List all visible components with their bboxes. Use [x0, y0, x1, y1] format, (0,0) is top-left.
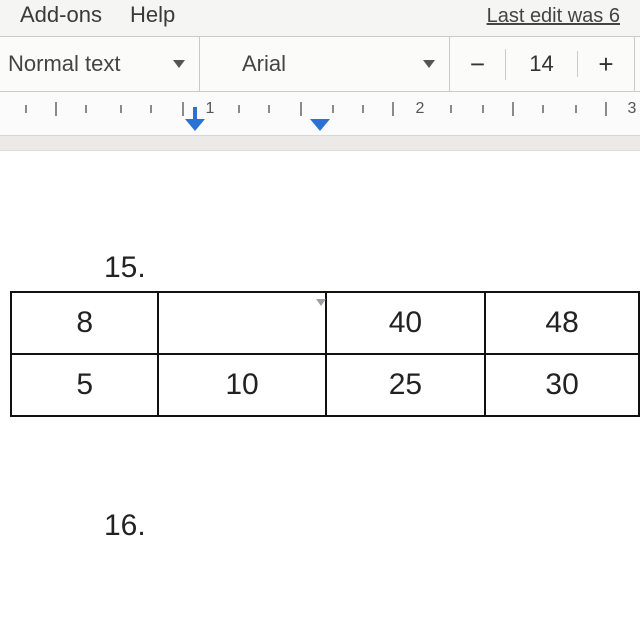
ruler-number: 3 — [628, 100, 637, 118]
font-size-control: − 14 + — [450, 37, 635, 91]
table-cell[interactable]: 30 — [485, 354, 639, 416]
table-cell[interactable]: 8 — [11, 292, 158, 354]
menu-addons[interactable]: Add-ons — [20, 2, 102, 28]
font-size-increase-button[interactable]: + — [578, 49, 634, 80]
paragraph-style-label: Normal text — [0, 51, 163, 77]
cell-dropdown-icon[interactable] — [316, 299, 326, 306]
horizontal-ruler[interactable]: 1 2 3 — [0, 92, 640, 136]
toolbar: Normal text Arial − 14 + — [0, 36, 640, 92]
table-cell[interactable]: 5 — [11, 354, 158, 416]
document-page[interactable]: 15. 8 40 48 5 10 25 30 16. — [0, 150, 640, 640]
font-size-value[interactable]: 14 — [506, 51, 578, 77]
chevron-down-icon — [423, 60, 435, 68]
ruler-number: 1 — [206, 100, 215, 118]
question-number-15: 15. — [0, 251, 640, 285]
table-row: 5 10 25 30 — [11, 354, 639, 416]
document-canvas: 15. 8 40 48 5 10 25 30 16. — [0, 136, 640, 640]
table-cell[interactable]: 40 — [326, 292, 486, 354]
font-size-decrease-button[interactable]: − — [450, 49, 506, 80]
last-edit-link[interactable]: Last edit was 6 — [487, 5, 620, 28]
table-cell[interactable]: 25 — [326, 354, 486, 416]
table-cell[interactable]: 10 — [158, 354, 325, 416]
question-number-16: 16. — [0, 509, 640, 543]
tab-stop-marker-icon[interactable] — [310, 119, 330, 131]
data-table[interactable]: 8 40 48 5 10 25 30 — [10, 291, 640, 417]
indent-marker-icon[interactable] — [185, 119, 205, 131]
chevron-down-icon — [173, 60, 185, 68]
paragraph-style-dropdown[interactable]: Normal text — [0, 37, 200, 91]
font-family-dropdown[interactable]: Arial — [200, 37, 450, 91]
ruler-number: 2 — [416, 100, 425, 118]
font-family-label: Arial — [214, 51, 413, 77]
menu-bar: Add-ons Help Last edit was 6 — [0, 0, 640, 28]
table-cell[interactable] — [158, 292, 325, 354]
menu-help[interactable]: Help — [130, 2, 175, 28]
table-cell[interactable]: 48 — [485, 292, 639, 354]
